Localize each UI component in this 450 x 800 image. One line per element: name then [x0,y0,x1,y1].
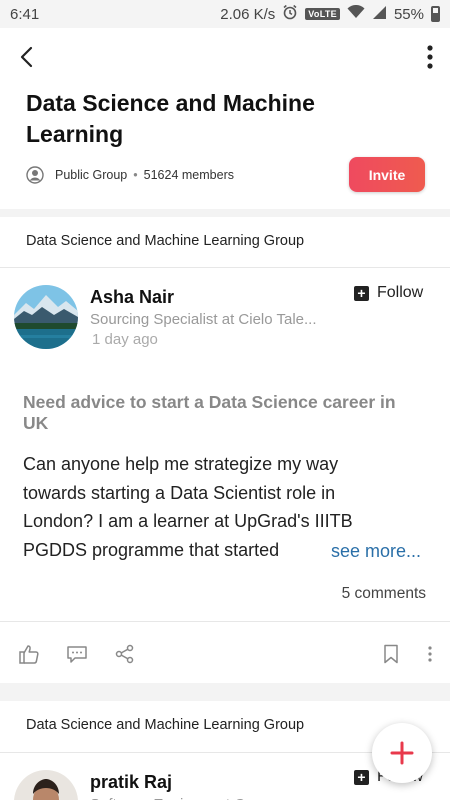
section-divider [0,209,450,217]
wifi-icon [347,4,365,23]
more-vertical-icon [428,646,432,662]
back-button[interactable] [12,42,40,72]
see-more-link[interactable]: see more... [331,541,421,562]
author-role: Software Engineer at C... [90,796,258,800]
meta-separator: • [133,168,138,182]
back-arrow-icon [20,46,33,68]
avatar-landscape-image [14,285,78,349]
post-actions-divider [0,621,450,622]
battery-percent: 55% [393,5,424,23]
status-indicators: 2.06 K/s VoLTE 55% [220,4,440,24]
post-header-divider [0,267,450,268]
follow-button[interactable]: + Follow [354,284,423,302]
share-icon [115,644,134,664]
share-button[interactable] [112,641,138,667]
alarm-icon [282,4,298,24]
plus-icon [390,741,414,765]
plus-icon: + [354,769,369,785]
like-button[interactable] [16,641,42,667]
bookmark-button[interactable] [378,641,404,667]
post-separator [0,683,450,701]
comment-bubble-icon [67,646,87,663]
follow-label: Follow [377,284,424,301]
signal-icon [372,5,387,24]
public-group-icon [26,166,44,184]
create-post-fab[interactable] [372,723,432,783]
author-name[interactable]: pratik Raj [90,772,172,793]
bookmark-icon [384,644,398,664]
author-role: Sourcing Specialist at Cielo Tale... [90,311,317,328]
plus-icon: + [354,285,369,301]
post-more-button[interactable] [420,641,440,667]
post-group-link[interactable]: Data Science and Machine Learning Group [26,717,304,733]
battery-icon [431,6,440,22]
comment-button[interactable] [64,641,90,667]
invite-button[interactable]: Invite [349,157,425,192]
status-bar: 6:41 2.06 K/s VoLTE 55% [0,0,450,28]
author-avatar[interactable] [14,285,78,349]
status-time: 6:41 [10,5,40,23]
post-group-link[interactable]: Data Science and Machine Learning Group [26,233,304,249]
member-count: 51624 members [143,168,234,182]
overflow-menu-button[interactable] [420,42,440,72]
group-meta: Public Group • 51624 members [26,166,234,184]
group-type: Public Group [55,168,128,182]
thumbs-up-icon [19,645,39,664]
author-avatar[interactable] [14,770,78,800]
comments-count[interactable]: 5 comments [342,585,426,603]
network-speed: 2.06 K/s [220,5,276,23]
post-timestamp: 1 day ago [92,331,158,348]
more-vertical-icon [427,45,433,69]
group-title: Data Science and Machine Learning [26,90,315,147]
avatar-portrait-image [14,770,78,800]
top-app-bar [0,28,450,86]
author-name[interactable]: Asha Nair [90,287,174,308]
volte-badge: VoLTE [305,8,340,20]
post-title[interactable]: Need advice to start a Data Science care… [23,392,423,434]
